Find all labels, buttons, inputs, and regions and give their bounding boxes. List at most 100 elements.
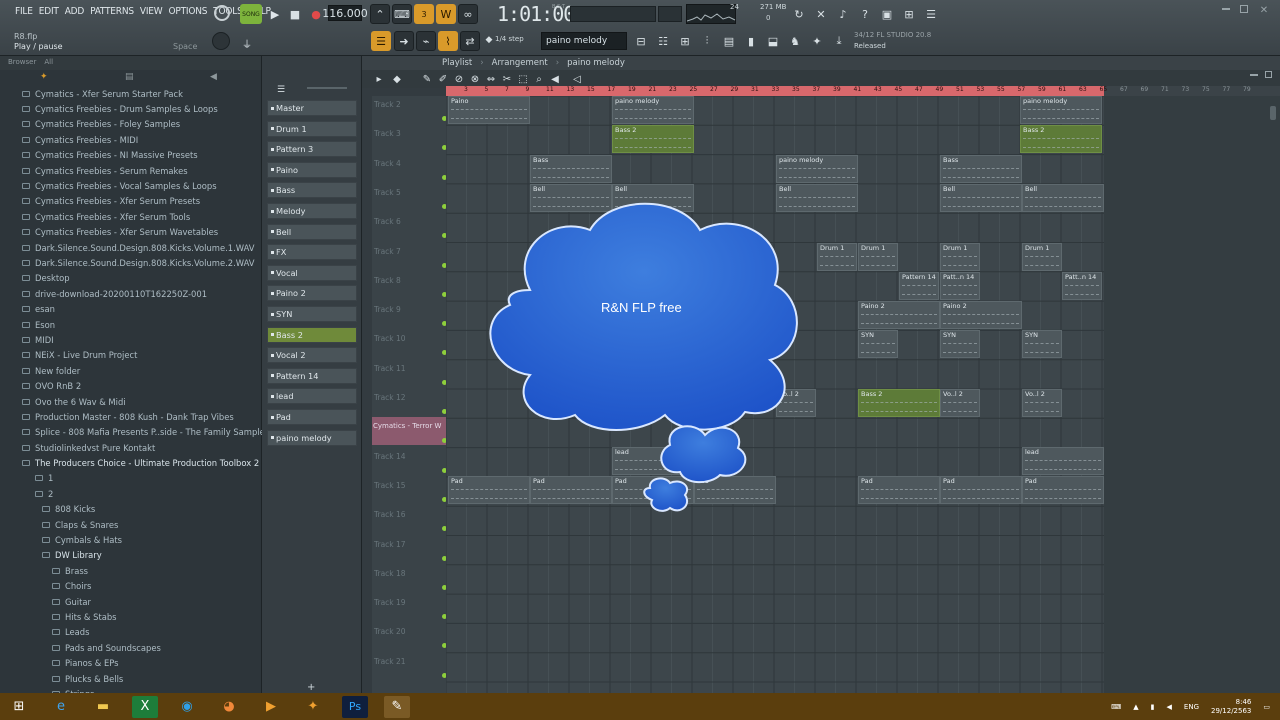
channel-button[interactable]: paino melody [267,429,357,446]
browser-item[interactable]: esan [0,301,262,316]
wait-icon[interactable]: ⌨ [392,4,412,24]
chat-icon[interactable]: ☰ [922,5,940,23]
piano-roll-icon[interactable]: ⊟ [632,32,650,50]
track-name[interactable]: Track 6 [374,217,401,226]
blend-icon[interactable]: W [436,4,456,24]
firefox-icon[interactable]: ◕ [216,696,242,718]
browser-item[interactable]: Cymatics Freebies - Xfer Serum Tools [0,209,262,224]
track-name[interactable]: Track 21 [374,657,406,666]
pattern-clip[interactable]: SYN [858,330,898,358]
pattern-clip[interactable]: Vo..l 2 [940,389,980,417]
channel-button[interactable]: FX [267,244,357,261]
browser-item[interactable]: New folder [0,363,262,378]
channel-button[interactable]: Paino [267,161,357,178]
browser-item[interactable]: Plucks & Bells [0,671,262,686]
channel-button[interactable]: Bass [267,182,357,199]
track-name[interactable]: Track 11 [374,364,406,373]
pattern-clip[interactable]: Drum 1 [858,243,898,271]
pattern-clip[interactable]: Bass [530,155,612,183]
draw-icon[interactable]: ⌁ [416,31,436,51]
media-player-icon[interactable]: ▶ [258,696,284,718]
channel-button[interactable]: Pattern 3 [267,141,357,158]
pattern-clip[interactable]: Drum 1 [817,243,857,271]
browser-item[interactable]: Cymatics Freebies - Vocal Samples & Loop… [0,178,262,193]
playlist-arrangement[interactable]: Arrangement [492,58,548,68]
browser-item[interactable]: Studiolinkedvst Pure Kontakt [0,440,262,455]
channel-button[interactable]: Paino 2 [267,285,357,302]
save-icon[interactable]: ▣ [878,5,896,23]
track-name[interactable]: Track 15 [374,481,406,490]
pattern-clip[interactable]: Drum 1 [1022,243,1062,271]
tracker-icon[interactable]: ⇄ [460,31,480,51]
plugin-picker-icon[interactable]: ⊞ [900,5,918,23]
track-name[interactable]: Track 17 [374,540,406,549]
channel-button[interactable]: Master [267,100,357,116]
close-icon[interactable]: ✕ [1255,1,1273,19]
track-name[interactable]: Track 8 [374,276,401,285]
fl-studio-icon[interactable]: ✦ [300,696,326,718]
browser-item[interactable]: Brass [0,563,262,578]
excel-icon[interactable]: X [132,695,158,718]
pattern-clip[interactable]: Bass 2 [858,389,940,417]
track-name[interactable]: Track 10 [374,334,406,343]
channel-button[interactable]: Drum 1 [267,120,357,137]
playlist-magnet-icon[interactable]: ◆ [388,70,406,88]
browser-item[interactable]: Production Master - 808 Kush - Dank Trap… [0,409,262,424]
browser-item[interactable]: Claps & Snares [0,517,262,532]
browser-item[interactable]: Dark.Silence.Sound.Design.808.Kicks.Volu… [0,255,262,270]
track-name[interactable]: Track 14 [374,452,406,461]
browser-item[interactable]: The Producers Choice - Ultimate Producti… [0,455,262,470]
track-name[interactable]: Track 7 [374,247,401,256]
pat-song-icon[interactable] [214,5,230,21]
browser-item[interactable]: 808 Kicks [0,502,262,517]
browser-item[interactable]: Cymbals & Hats [0,532,262,547]
browser-plugin-icon[interactable]: ✦ [40,72,48,82]
pattern-clip[interactable]: Paino [448,96,530,124]
metronome-icon[interactable]: ⌃ [370,4,390,24]
browser-item[interactable]: Cymatics Freebies - Foley Samples [0,117,262,132]
pattern-clip[interactable]: Patt..n 14 [1062,272,1102,300]
browser-item[interactable]: Cymatics Freebies - Xfer Serum Presets [0,194,262,209]
pattern-clip[interactable]: Bass 2 [612,125,694,153]
files-icon[interactable]: ⬓ [764,32,782,50]
mic-icon[interactable]: ♪ [834,5,852,23]
browser-item[interactable]: Cymatics Freebies - Xfer Serum Wavetable… [0,225,262,240]
pattern-clip[interactable]: paino melody [776,155,858,183]
pattern-clip[interactable]: Vo..l 2 [1022,389,1062,417]
track-name[interactable]: Track 3 [374,129,401,138]
pattern-clip[interactable]: Bass [940,155,1022,183]
channel-button[interactable]: Pattern 14 [267,367,357,384]
pattern-clip[interactable]: paino melody [1020,96,1102,124]
link-icon[interactable]: ⌇ [438,31,458,51]
pattern-clip[interactable]: lead [1022,447,1104,475]
pattern-clip[interactable]: Paino 2 [858,301,940,329]
pattern-clip[interactable]: Drum 1 [940,243,980,271]
channel-rack-scroll[interactable] [307,87,347,89]
minimize-icon[interactable] [1222,8,1230,10]
browser-item[interactable]: Cymatics Freebies - NI Massive Presets [0,148,262,163]
countdown-icon[interactable]: 3 [414,4,434,24]
ie-icon[interactable]: e [48,696,74,718]
browser-speaker-icon[interactable]: ◀ [210,72,217,82]
song-mode-button[interactable]: SONG [240,4,262,24]
browser-item[interactable]: NEiX - Live Drum Project [0,348,262,363]
browser-item[interactable]: Splice - 808 Mafia Presents P..side - Th… [0,425,262,440]
channel-button[interactable]: lead [267,388,357,405]
network-icon[interactable]: ▮ [1151,703,1155,711]
browser-item[interactable]: Pianos & EPs [0,655,262,670]
download-icon[interactable]: ⤓ [830,32,848,50]
browser-item[interactable]: Eson [0,317,262,332]
browser-item[interactable]: MIDI [0,332,262,347]
step-seq-icon[interactable]: ☷ [654,32,672,50]
channel-button[interactable]: Bass 2 [267,326,357,343]
pattern-clip[interactable]: Pad [940,476,1022,504]
track-name[interactable]: Track 4 [374,159,401,168]
track-name[interactable]: Track 20 [374,627,406,636]
channel-rack-icon[interactable]: ⊞ [676,32,694,50]
browser-item[interactable]: Choirs [0,579,262,594]
clock[interactable]: 8:46 29/12/2563 [1211,698,1251,716]
pattern-clip[interactable]: Bell [940,184,1022,212]
language-indicator[interactable]: ENG [1184,703,1199,711]
channel-button[interactable]: Vocal 2 [267,347,357,364]
channel-button[interactable]: Vocal [267,264,357,281]
